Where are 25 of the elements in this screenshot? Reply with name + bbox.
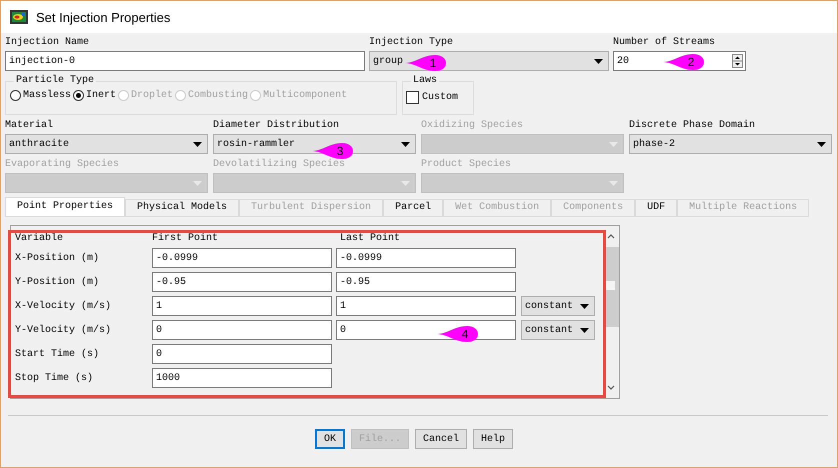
callout-tooltip: 2 <box>663 53 705 71</box>
callout-tooltip: 4 <box>437 325 479 343</box>
field-label: Injection Name <box>5 37 90 49</box>
field-label: Material <box>5 120 54 132</box>
variable-label: X-Position (m) <box>15 252 100 264</box>
variable-label: X-Velocity (m/s) <box>15 300 112 312</box>
field-label: Injection Type <box>369 37 454 49</box>
variable-label: Y-Velocity (m/s) <box>15 324 112 336</box>
group-label: Particle Type <box>14 75 96 87</box>
field-label: Product Species <box>421 159 512 171</box>
field-label: Discrete Phase Domain <box>629 120 756 132</box>
column-header: Last Point <box>340 232 402 244</box>
field-label: Devolatilizing Species <box>213 159 346 171</box>
column-header: Variable <box>15 232 64 244</box>
window-title: Set Injection Properties <box>36 10 170 24</box>
callout-tooltip: 3 <box>312 142 354 160</box>
callout-tooltip: 1 <box>405 54 447 72</box>
variable-label: Start Time (s) <box>15 348 100 360</box>
field-label: Evaporating Species <box>5 159 120 171</box>
field-label: Number of Streams <box>613 37 716 49</box>
field-label: Diameter Distribution <box>213 120 340 132</box>
variable-label: Y-Position (m) <box>15 276 100 288</box>
variable-label: Stop Time (s) <box>15 372 94 384</box>
column-header: First Point <box>152 232 220 244</box>
field-label: Oxidizing Species <box>421 120 524 132</box>
